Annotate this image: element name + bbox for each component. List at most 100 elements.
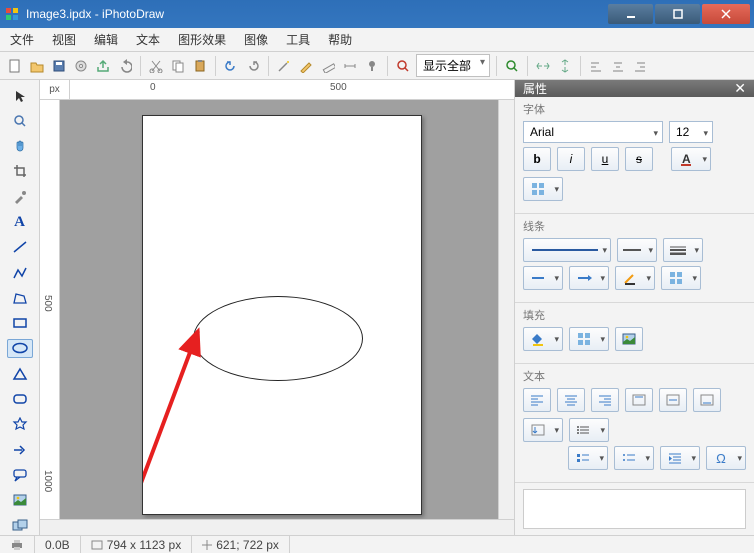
line-style-button[interactable]: [523, 238, 611, 262]
hflip-icon[interactable]: [534, 57, 552, 75]
undo-icon[interactable]: [222, 57, 240, 75]
valign-top-button[interactable]: [625, 388, 653, 412]
menu-help[interactable]: 帮助: [328, 31, 352, 48]
toolbar-sep: [387, 56, 388, 76]
underline-button[interactable]: u: [591, 147, 619, 171]
ellipse-tool[interactable]: [7, 339, 33, 358]
pencil-icon[interactable]: [297, 57, 315, 75]
line-tool[interactable]: [7, 238, 33, 257]
pointer-tool[interactable]: [7, 86, 33, 105]
dimension-icon[interactable]: [341, 57, 359, 75]
text-tool[interactable]: A: [7, 212, 33, 231]
ellipse-shape[interactable]: [193, 296, 363, 381]
fill-grid-button[interactable]: [569, 327, 609, 351]
align-left-icon[interactable]: [587, 57, 605, 75]
align-center-button[interactable]: [557, 388, 585, 412]
main-toolbar: 显示全部: [0, 52, 754, 80]
star-tool[interactable]: [7, 415, 33, 434]
arrow-start-button[interactable]: [523, 266, 563, 290]
page[interactable]: [142, 115, 422, 515]
font-section: 字体 Arial 12 b i u s A: [515, 97, 754, 214]
bold-button[interactable]: b: [523, 147, 551, 171]
italic-button[interactable]: i: [557, 147, 585, 171]
indent-button[interactable]: [660, 446, 700, 470]
bullet-button[interactable]: [568, 446, 608, 470]
menu-file[interactable]: 文件: [10, 31, 34, 48]
canvas[interactable]: [60, 100, 498, 519]
list-style-button[interactable]: [569, 418, 609, 442]
polyline-tool[interactable]: [7, 263, 33, 282]
numbered-button[interactable]: [614, 446, 654, 470]
menu-effects[interactable]: 图形效果: [178, 31, 226, 48]
fill-color-button[interactable]: [523, 327, 563, 351]
undo-arrow-icon[interactable]: [116, 57, 134, 75]
eyedropper-tool[interactable]: [7, 187, 33, 206]
image-tool[interactable]: [7, 491, 33, 510]
status-size: 0.0B: [35, 536, 81, 553]
tool-palette: A: [0, 80, 40, 535]
triangle-tool[interactable]: [7, 364, 33, 383]
panel-header: 属性 ✕: [515, 80, 754, 97]
crop-tool[interactable]: [7, 162, 33, 181]
open-icon[interactable]: [28, 57, 46, 75]
wand-icon[interactable]: [275, 57, 293, 75]
copy-icon[interactable]: [169, 57, 187, 75]
save-icon[interactable]: [50, 57, 68, 75]
toolbar-sep: [268, 56, 269, 76]
arrow-tool[interactable]: [7, 440, 33, 459]
line-color-button[interactable]: [615, 266, 655, 290]
font-family-select[interactable]: Arial: [523, 121, 663, 143]
rectangle-tool[interactable]: [7, 314, 33, 333]
menu-text[interactable]: 文本: [136, 31, 160, 48]
panel-close-icon[interactable]: ✕: [734, 80, 746, 97]
new-icon[interactable]: [6, 57, 24, 75]
export-icon[interactable]: [94, 57, 112, 75]
arrow-end-button[interactable]: [569, 266, 609, 290]
align-right-button[interactable]: [591, 388, 619, 412]
strike-button[interactable]: s: [625, 147, 653, 171]
status-dims: 794 x 1123 px: [107, 538, 182, 552]
disc-icon[interactable]: [72, 57, 90, 75]
font-grid-button[interactable]: [523, 177, 563, 201]
valign-mid-button[interactable]: [659, 388, 687, 412]
symbol-button[interactable]: Ω: [706, 446, 746, 470]
callout-tool[interactable]: [7, 465, 33, 484]
menu-image[interactable]: 图像: [244, 31, 268, 48]
valign-bot-button[interactable]: [693, 388, 721, 412]
gallery-tool[interactable]: [7, 516, 33, 535]
search-icon[interactable]: [394, 57, 412, 75]
line-width-button[interactable]: [663, 238, 703, 262]
line-grid-button[interactable]: [661, 266, 701, 290]
zoom-tool[interactable]: [7, 111, 33, 130]
horizontal-scrollbar[interactable]: [40, 519, 514, 535]
ruler-tick-label: 500: [330, 82, 347, 93]
align-center-icon[interactable]: [609, 57, 627, 75]
polygon-tool[interactable]: [7, 288, 33, 307]
printer-icon[interactable]: [0, 536, 35, 553]
zoom-select[interactable]: 显示全部: [416, 54, 490, 77]
ruler-diag-icon[interactable]: [319, 57, 337, 75]
rounded-rect-tool[interactable]: [7, 389, 33, 408]
redo-icon[interactable]: [244, 57, 262, 75]
font-size-select[interactable]: 12: [669, 121, 713, 143]
toolbar-sep: [527, 56, 528, 76]
vertical-scrollbar[interactable]: [498, 100, 514, 519]
cut-icon[interactable]: [147, 57, 165, 75]
vflip-icon[interactable]: [556, 57, 574, 75]
paste-icon[interactable]: [191, 57, 209, 75]
align-left-button[interactable]: [523, 388, 551, 412]
menu-tools[interactable]: 工具: [286, 31, 310, 48]
zoom-fit-icon[interactable]: [503, 57, 521, 75]
close-button[interactable]: [702, 4, 750, 24]
align-right-icon[interactable]: [631, 57, 649, 75]
menu-edit[interactable]: 编辑: [94, 31, 118, 48]
menu-view[interactable]: 视图: [52, 31, 76, 48]
minimize-button[interactable]: [608, 4, 653, 24]
marker-icon[interactable]: [363, 57, 381, 75]
fill-image-button[interactable]: [615, 327, 643, 351]
maximize-button[interactable]: [655, 4, 700, 24]
text-dir-button[interactable]: [523, 418, 563, 442]
hand-tool[interactable]: [7, 137, 33, 156]
line-dash-button[interactable]: [617, 238, 657, 262]
font-color-button[interactable]: A: [671, 147, 711, 171]
